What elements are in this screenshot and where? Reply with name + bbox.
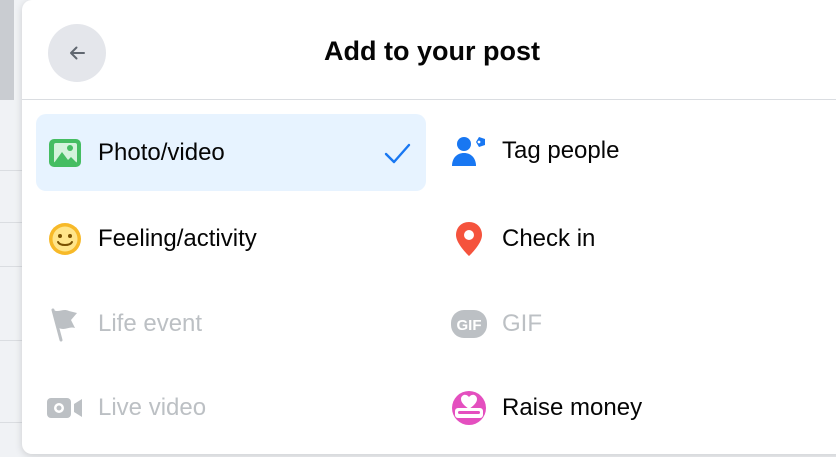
option-label: Live video	[98, 393, 207, 421]
background-divider	[0, 170, 22, 171]
dialog-header: Add to your post	[22, 0, 836, 100]
option-raise-money[interactable]: Raise money	[440, 369, 830, 446]
flag-icon	[46, 305, 84, 343]
background-divider	[0, 340, 22, 341]
dialog-title: Add to your post	[324, 36, 540, 66]
option-label: Raise money	[502, 393, 643, 421]
donate-icon	[450, 389, 488, 427]
smiley-icon	[46, 220, 84, 258]
option-label: Photo/video	[98, 138, 225, 166]
option-live-video[interactable]: Live video	[36, 369, 426, 446]
option-label: GIF	[502, 309, 542, 337]
tag-people-icon	[450, 132, 488, 170]
option-photo-video[interactable]: Photo/video	[36, 114, 426, 191]
add-to-post-dialog: Add to your post Photo/video Tag people …	[22, 0, 836, 454]
location-pin-icon	[450, 220, 488, 258]
gif-icon: GIF	[450, 305, 488, 343]
checkmark-icon	[384, 143, 411, 164]
background-divider	[0, 422, 22, 423]
option-gif[interactable]: GIF GIF	[440, 285, 830, 362]
option-label: Life event	[98, 309, 203, 337]
option-check-in[interactable]: Check in	[440, 200, 830, 277]
option-tag-people[interactable]: Tag people	[440, 112, 830, 189]
option-label: Check in	[502, 224, 596, 252]
option-feeling-activity[interactable]: Feeling/activity	[36, 200, 426, 277]
background-strip	[0, 0, 14, 100]
svg-text:GIF: GIF	[457, 317, 482, 334]
option-label: Tag people	[502, 136, 620, 164]
photo-icon	[46, 134, 84, 172]
option-life-event[interactable]: Life event	[36, 285, 426, 362]
option-label: Feeling/activity	[98, 224, 257, 252]
background-divider	[0, 266, 22, 267]
background-divider	[0, 222, 22, 223]
live-video-icon	[46, 389, 84, 427]
